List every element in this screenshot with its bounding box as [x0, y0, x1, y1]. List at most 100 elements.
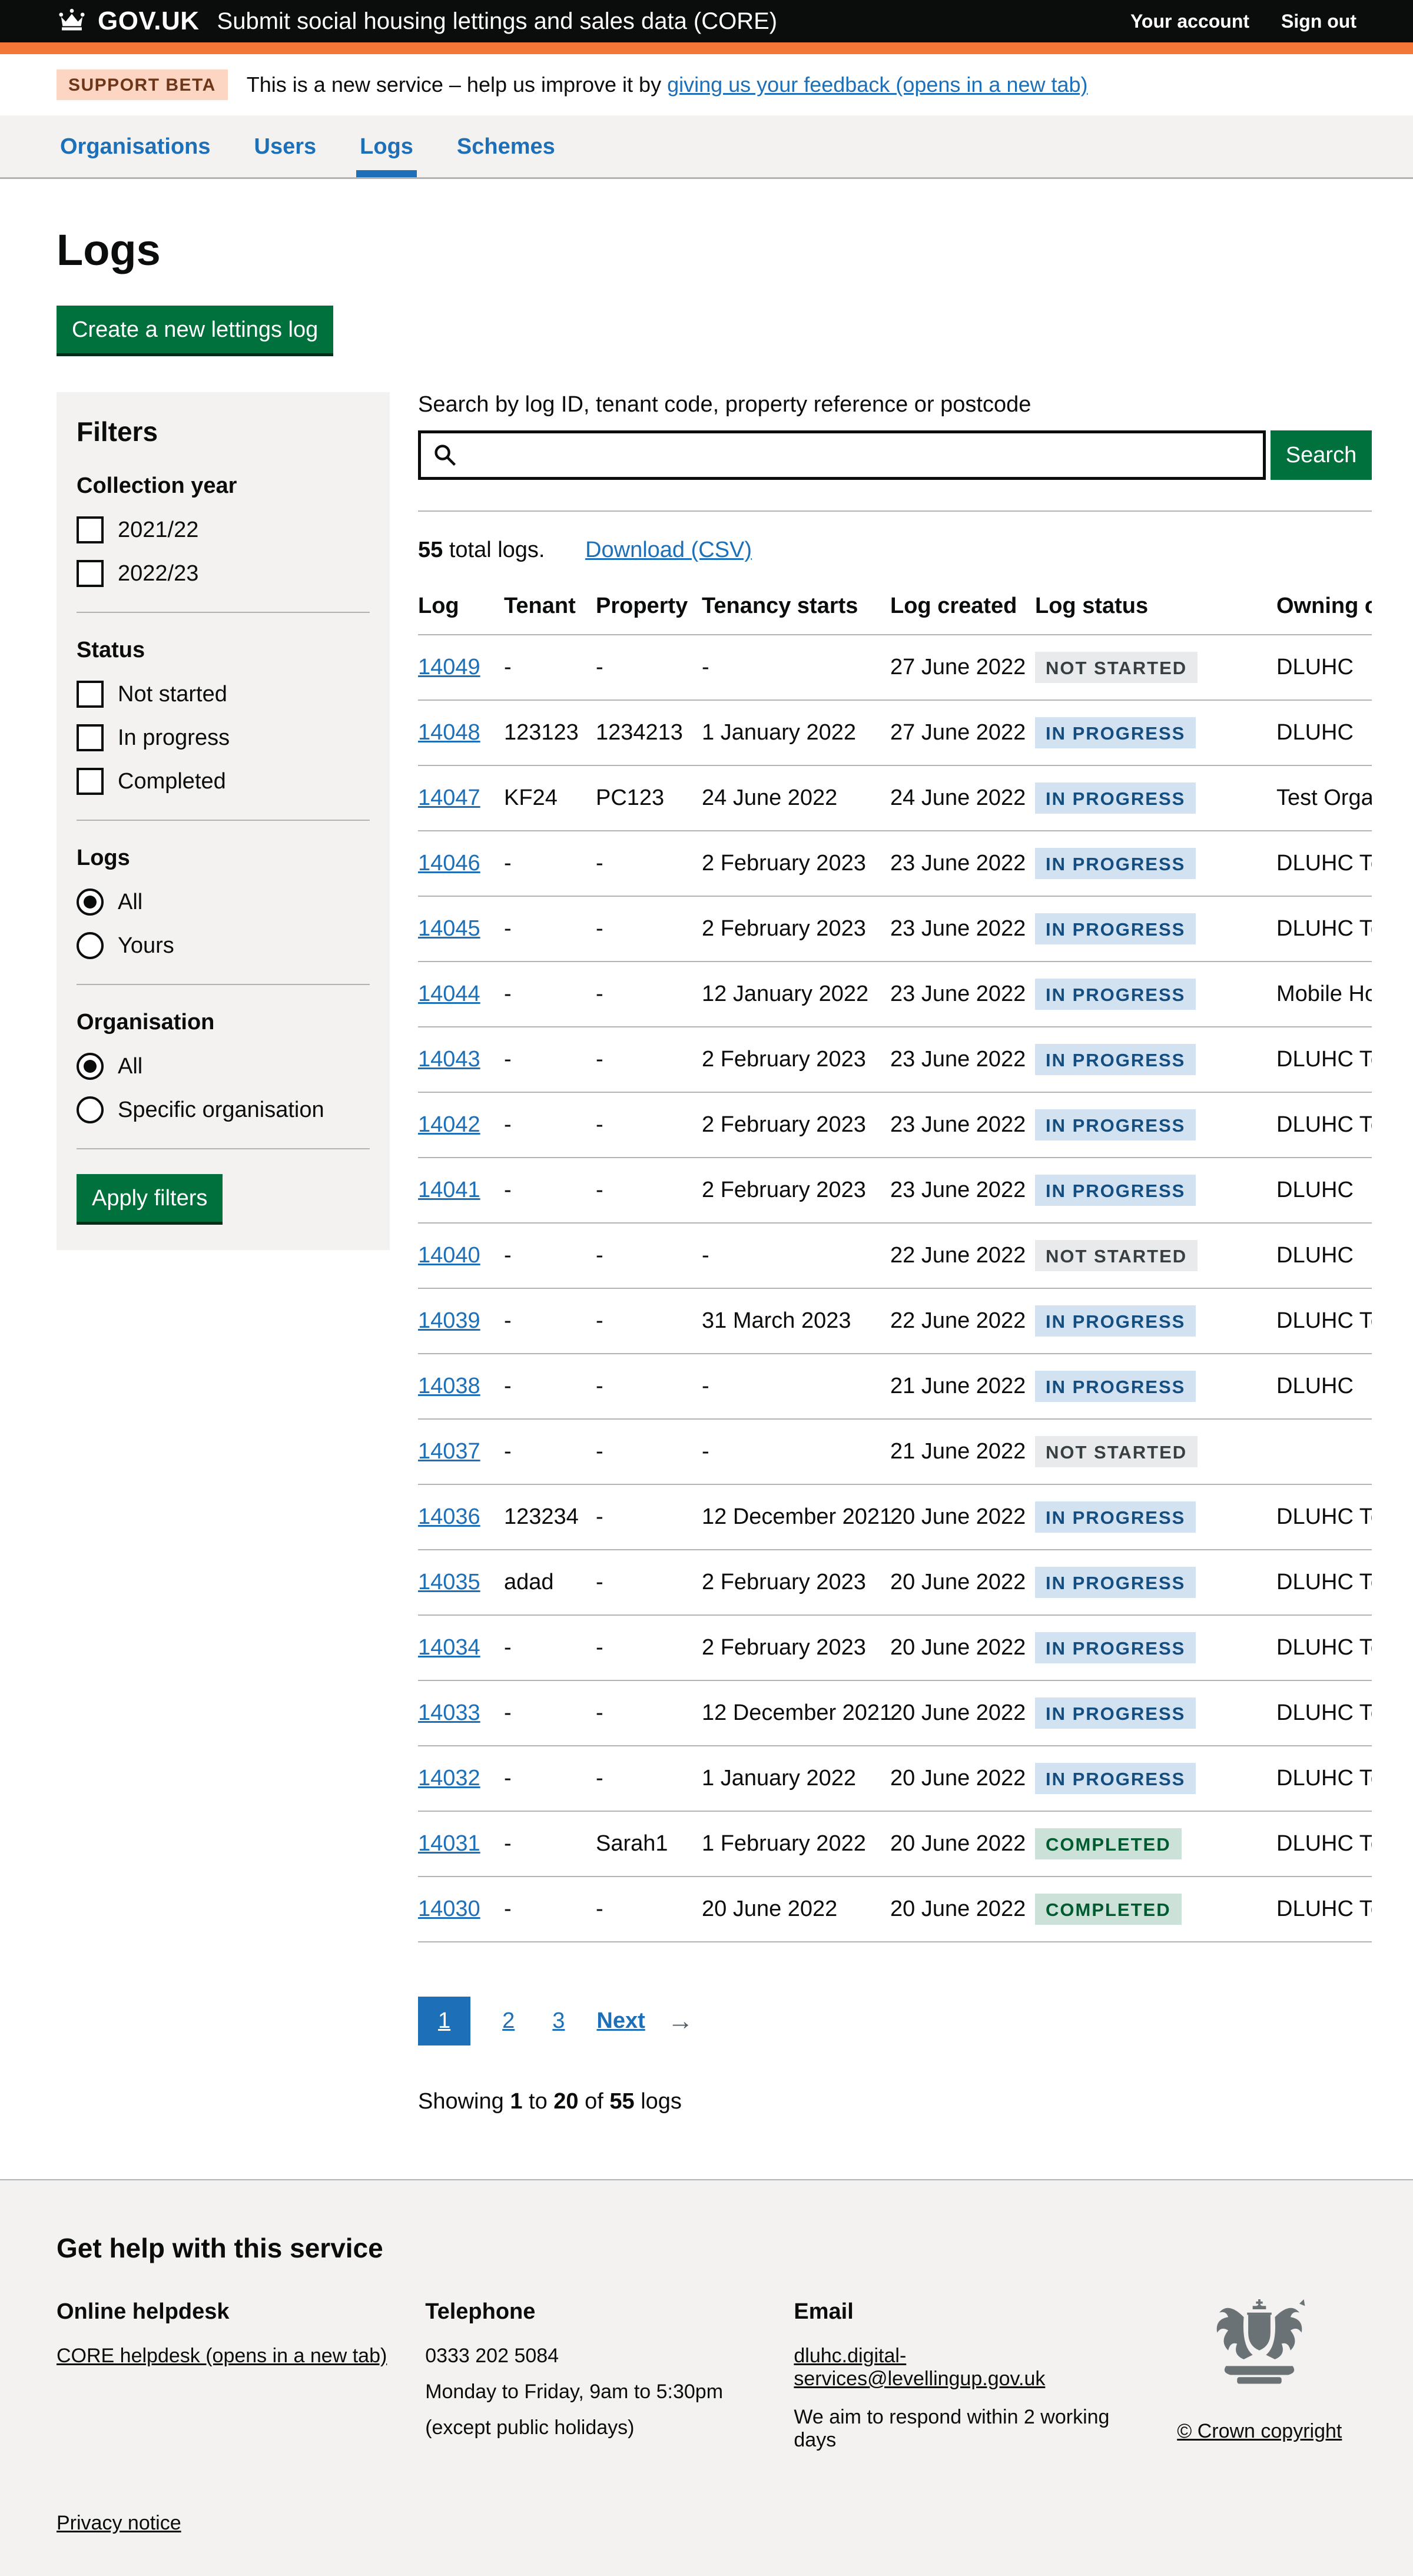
nav-item-users[interactable]: Users — [251, 115, 320, 177]
primary-nav: Organisations Users Logs Schemes — [0, 115, 1413, 179]
log-id-link[interactable]: 14034 — [418, 1635, 480, 1660]
checkbox-option-not-started[interactable]: Not started — [77, 681, 370, 708]
log-id-link[interactable]: 14048 — [418, 720, 480, 745]
nav-item-schemes[interactable]: Schemes — [453, 115, 559, 177]
radio-checked-icon[interactable] — [77, 1053, 104, 1080]
pagination-page-3[interactable]: 3 — [546, 1997, 570, 2045]
owning-organisation-cell: DLUHC Tes — [1276, 831, 1372, 896]
service-name-link[interactable]: Submit social housing lettings and sales… — [217, 8, 778, 35]
log-id-link[interactable]: 14032 — [418, 1766, 480, 1791]
log-id-link[interactable]: 14047 — [418, 785, 480, 810]
log-id-link[interactable]: 14041 — [418, 1178, 480, 1202]
log-id-cell: 14040 — [418, 1223, 504, 1288]
header-links: Your account Sign out — [1130, 11, 1356, 32]
pagination-current-page[interactable]: 1 — [418, 1997, 470, 2045]
radio-unchecked-icon[interactable] — [77, 1096, 104, 1123]
log-id-link[interactable]: 14035 — [418, 1570, 480, 1594]
footer-link-dluhc-digital-services-levelli[interactable]: dluhc.digital-services@levellingup.gov.u… — [794, 2345, 1139, 2391]
tenant-cell: - — [504, 962, 596, 1027]
column-header-log-status: Log status — [1035, 581, 1276, 635]
log-id-link[interactable]: 14043 — [418, 1047, 480, 1072]
table-row: 14039--31 March 202322 June 2022IN PROGR… — [418, 1288, 1372, 1354]
nav-item-logs[interactable]: Logs — [356, 115, 417, 177]
govuk-home-link[interactable]: GOV.UK — [57, 6, 200, 36]
showing-prefix: Showing — [418, 2089, 510, 2114]
tenant-cell: - — [504, 1158, 596, 1223]
tenancy-starts-cell: - — [702, 1419, 890, 1484]
log-id-link[interactable]: 14045 — [418, 916, 480, 941]
log-id-link[interactable]: 14036 — [418, 1504, 480, 1529]
filters-title: Filters — [77, 416, 370, 447]
log-id-link[interactable]: 14049 — [418, 655, 480, 679]
log-id-link[interactable]: 14037 — [418, 1439, 480, 1464]
log-id-link[interactable]: 14039 — [418, 1308, 480, 1333]
divider — [77, 612, 370, 613]
total-logs-count: 55 — [418, 538, 443, 562]
status-badge: IN PROGRESS — [1035, 979, 1196, 1010]
log-id-link[interactable]: 14042 — [418, 1112, 480, 1137]
radio-option-yours[interactable]: Yours — [77, 932, 370, 959]
log-id-cell: 14042 — [418, 1092, 504, 1158]
log-created-cell: 20 June 2022 — [890, 1746, 1035, 1811]
table-header-row: LogTenantPropertyTenancy startsLog creat… — [418, 581, 1372, 635]
checkbox-option-in-progress[interactable]: In progress — [77, 724, 370, 751]
tenancy-starts-cell: - — [702, 1223, 890, 1288]
privacy-notice-link[interactable]: Privacy notice — [57, 2512, 181, 2534]
radio-checked-icon[interactable] — [77, 888, 104, 916]
option-label: 2021/22 — [118, 518, 198, 543]
log-status-cell: IN PROGRESS — [1035, 1158, 1276, 1223]
radio-unchecked-icon[interactable] — [77, 932, 104, 959]
footer-text: (except public holidays) — [425, 2416, 770, 2439]
log-created-cell: 23 June 2022 — [890, 1092, 1035, 1158]
log-status-cell: IN PROGRESS — [1035, 1680, 1276, 1746]
nav-item-organisations[interactable]: Organisations — [57, 115, 214, 177]
log-id-link[interactable]: 14033 — [418, 1700, 480, 1725]
search-input[interactable] — [418, 430, 1266, 480]
property-cell: - — [596, 1680, 702, 1746]
owning-organisation-cell: DLUHC Tes — [1276, 1615, 1372, 1680]
log-created-cell: 27 June 2022 — [890, 635, 1035, 700]
owning-organisation-cell: DLUHC Tes — [1276, 1811, 1372, 1877]
apply-filters-button[interactable]: Apply filters — [77, 1174, 223, 1222]
tenancy-starts-cell: 2 February 2023 — [702, 1158, 890, 1223]
feedback-link[interactable]: giving us your feedback (opens in a new … — [667, 72, 1087, 97]
log-created-cell: 23 June 2022 — [890, 896, 1035, 962]
radio-option-all[interactable]: All — [77, 1053, 370, 1080]
sign-out-link[interactable]: Sign out — [1281, 11, 1356, 32]
log-id-link[interactable]: 14044 — [418, 982, 480, 1006]
create-lettings-log-button[interactable]: Create a new lettings log — [57, 306, 333, 353]
pagination-next-link[interactable]: Next — [596, 2008, 645, 2034]
log-id-link[interactable]: 14031 — [418, 1831, 480, 1856]
tenant-cell: - — [504, 831, 596, 896]
log-id-link[interactable]: 14040 — [418, 1243, 480, 1268]
column-header-tenant: Tenant — [504, 581, 596, 635]
checkbox-unchecked-icon[interactable] — [77, 681, 104, 708]
radio-option-all[interactable]: All — [77, 888, 370, 916]
owning-organisation-cell: Test Organi — [1276, 765, 1372, 831]
arrow-right-icon: → — [668, 2007, 694, 2036]
log-id-link[interactable]: 14038 — [418, 1374, 480, 1398]
checkbox-unchecked-icon[interactable] — [77, 768, 104, 795]
divider — [77, 984, 370, 985]
property-cell: - — [596, 831, 702, 896]
table-row: 14040---22 June 2022NOT STARTEDDLUHC — [418, 1223, 1372, 1288]
log-created-cell: 23 June 2022 — [890, 962, 1035, 1027]
footer-link-core-helpdesk-opens-in-a-new-t[interactable]: CORE helpdesk (opens in a new tab) — [57, 2345, 387, 2368]
radio-option-specific-organisation[interactable]: Specific organisation — [77, 1096, 370, 1123]
checkbox-option-completed[interactable]: Completed — [77, 768, 370, 795]
pagination-page-2[interactable]: 2 — [496, 1997, 520, 2045]
checkbox-option-2021-22[interactable]: 2021/22 — [77, 516, 370, 543]
search-button[interactable]: Search — [1271, 430, 1372, 480]
log-id-link[interactable]: 14046 — [418, 851, 480, 876]
checkbox-option-2022-23[interactable]: 2022/23 — [77, 560, 370, 587]
download-csv-link[interactable]: Download (CSV) — [585, 538, 752, 562]
checkbox-unchecked-icon[interactable] — [77, 560, 104, 587]
your-account-link[interactable]: Your account — [1130, 11, 1249, 32]
tenancy-starts-cell: 1 February 2022 — [702, 1811, 890, 1877]
crown-copyright-link[interactable]: © Crown copyright — [1177, 2420, 1342, 2443]
checkbox-unchecked-icon[interactable] — [77, 516, 104, 543]
checkbox-unchecked-icon[interactable] — [77, 724, 104, 751]
owning-organisation-cell: DLUHC Tes — [1276, 1680, 1372, 1746]
status-badge: COMPLETED — [1035, 1828, 1182, 1859]
log-id-link[interactable]: 14030 — [418, 1897, 480, 1921]
